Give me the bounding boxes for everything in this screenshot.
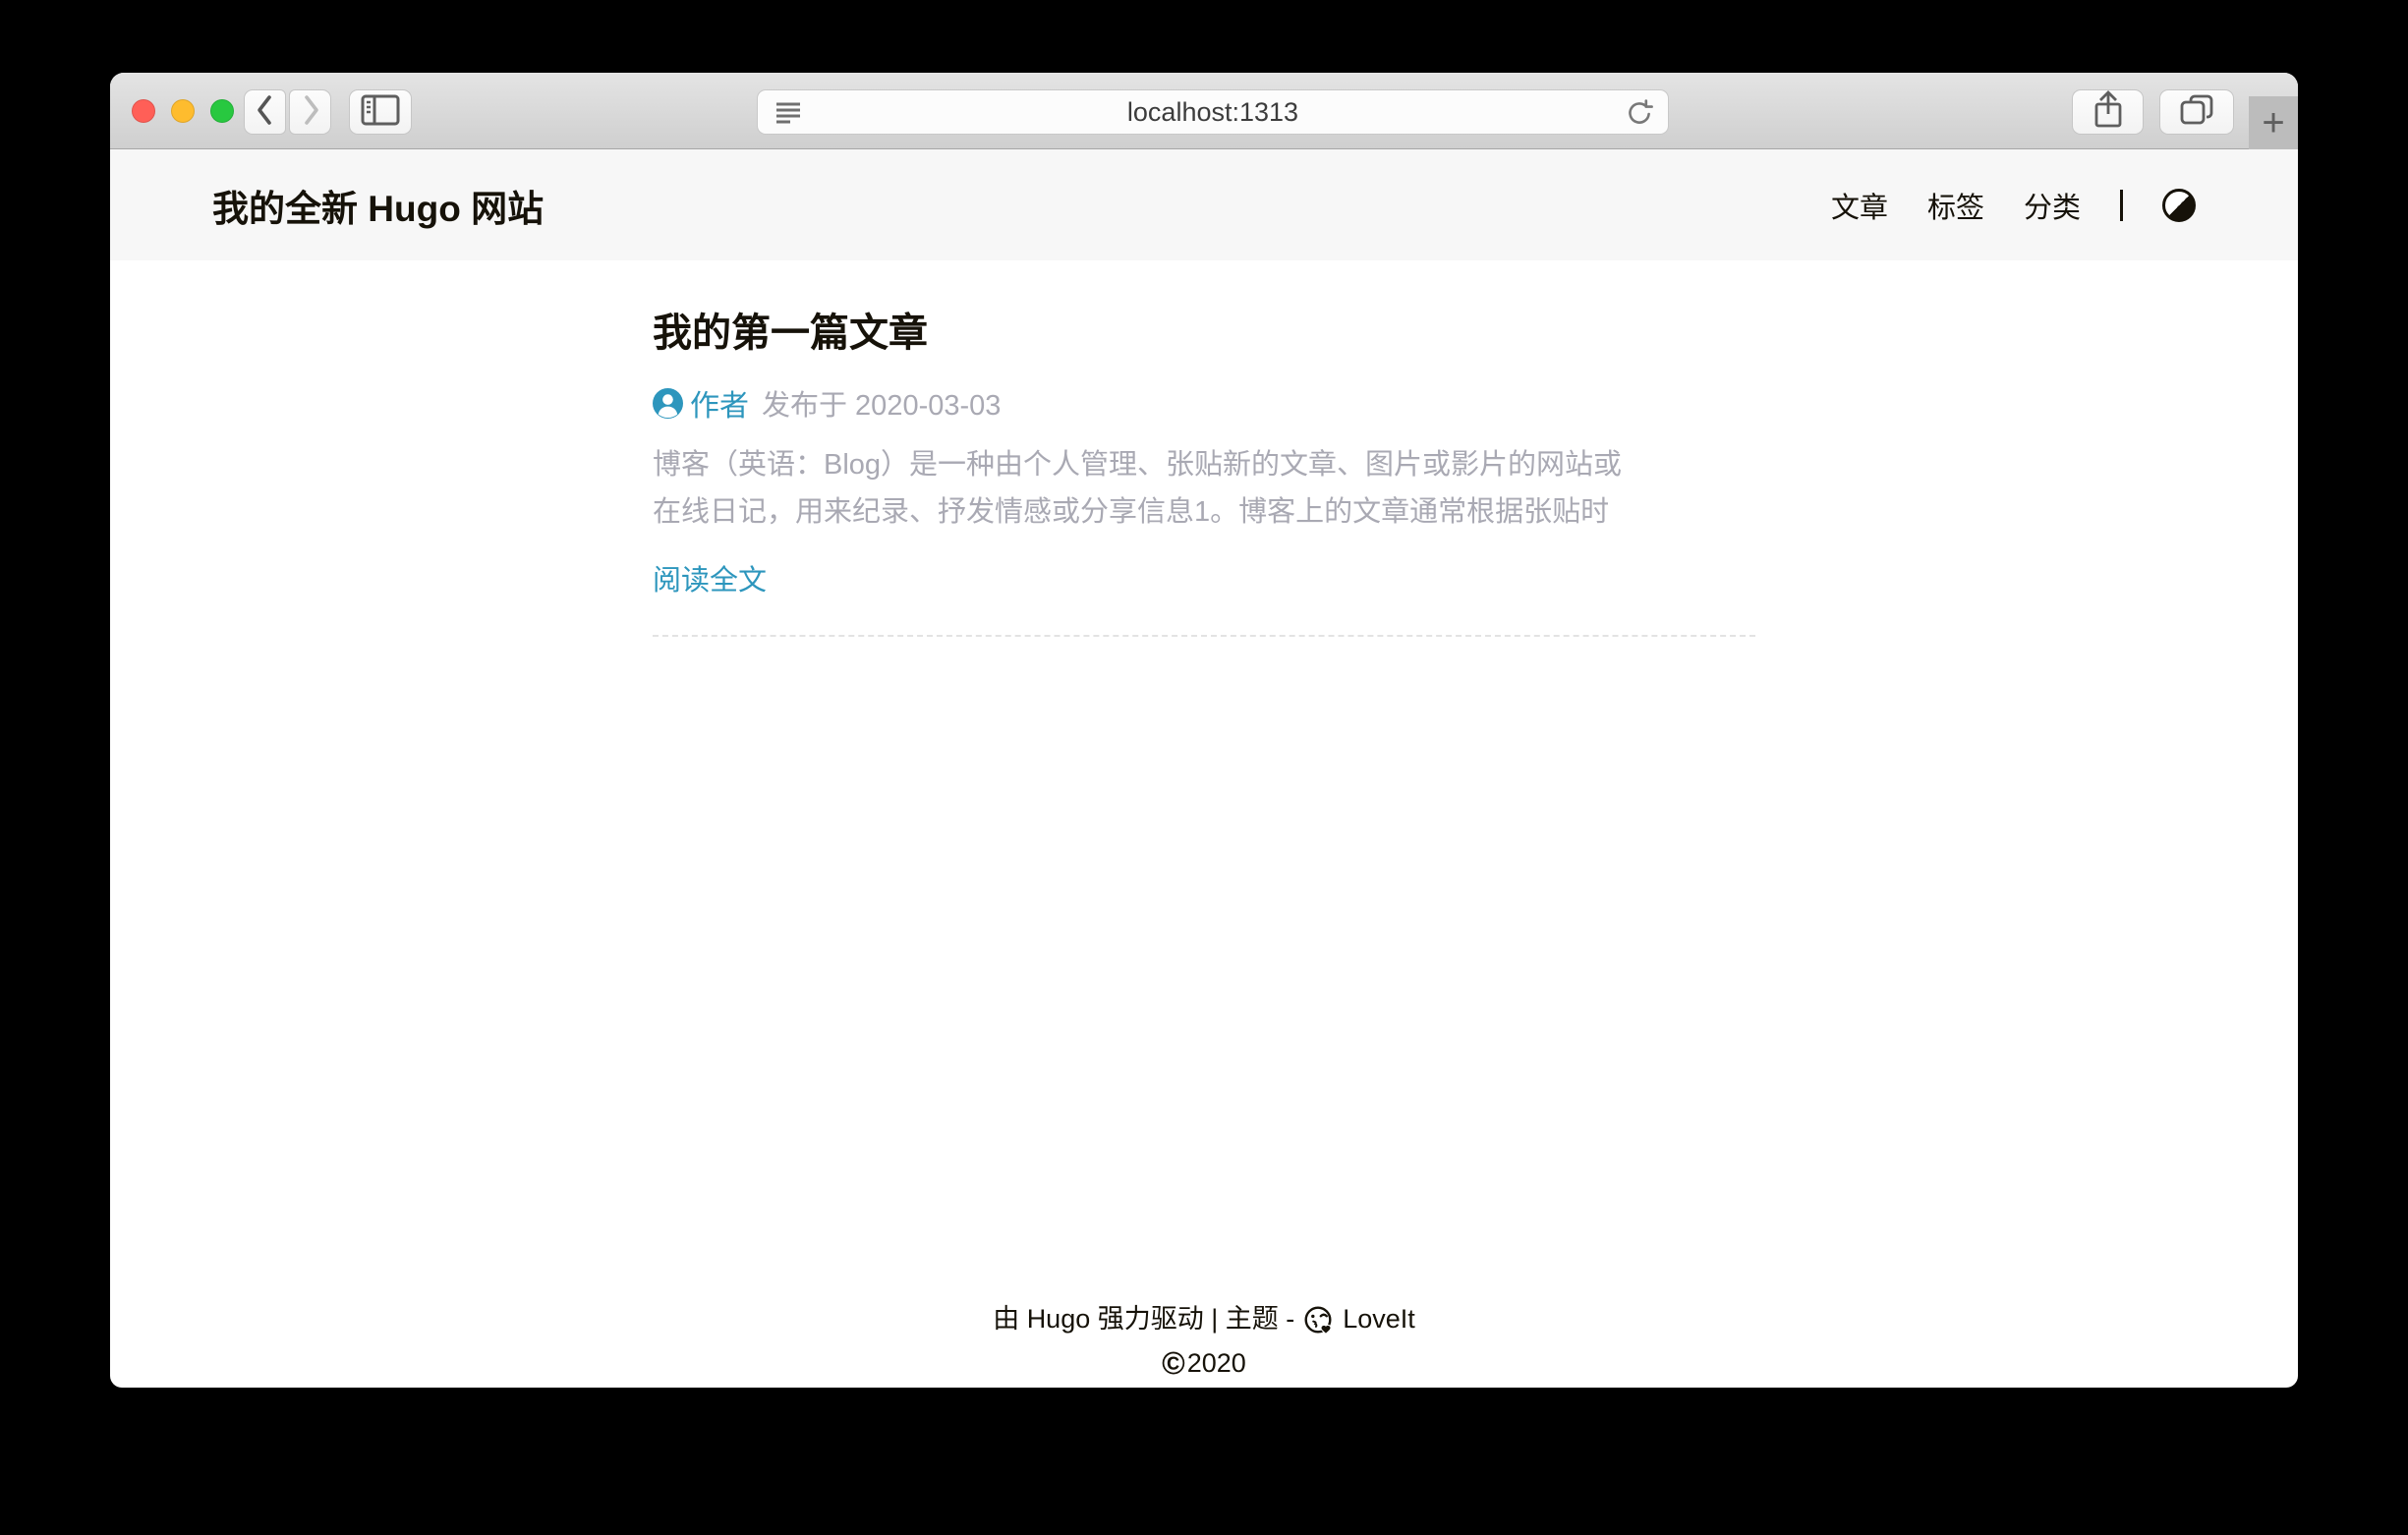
site-footer: 由 Hugo 强力驱动 | 主题 - LoveIt ©2020 [110, 1297, 2298, 1388]
traffic-lights [132, 99, 234, 123]
reader-icon[interactable] [774, 99, 803, 132]
post-divider [653, 635, 1755, 637]
site-title-link[interactable]: 我的全新 Hugo 网站 [212, 179, 544, 232]
author-link[interactable]: 作者 [690, 381, 749, 425]
theme-link[interactable]: LoveIt [1343, 1297, 1415, 1341]
refresh-button[interactable] [1625, 99, 1654, 134]
site-header: 我的全新 Hugo 网站 文章 标签 分类 [110, 149, 2298, 260]
publish-date: 发布于 2020-03-03 [762, 382, 1001, 424]
forward-button[interactable] [289, 89, 331, 135]
kissing-face-heart-icon [1303, 1305, 1334, 1336]
article-summary: 博客（英语：Blog）是一种由个人管理、张贴新的文章、图片或影片的网站或 在线日… [653, 441, 1755, 536]
address-bar[interactable]: localhost:1313 [757, 89, 1669, 135]
theme-toggle-icon[interactable] [2162, 189, 2196, 222]
article-title-link[interactable]: 我的第一篇文章 [653, 312, 1755, 355]
site-nav: 文章 标签 分类 [1831, 185, 2196, 226]
tabs-icon [2177, 92, 2216, 133]
main-content: 我的第一篇文章 作者 发布于 2020-03-03 博客（英语：Blog）是一种… [653, 312, 1755, 637]
read-more-link[interactable]: 阅读全文 [653, 557, 767, 598]
nav-item-posts[interactable]: 文章 [1831, 185, 1888, 226]
sidebar-icon [360, 93, 401, 132]
zoom-window-button[interactable] [210, 99, 234, 123]
browser-toolbar: localhost:1313 [110, 73, 2298, 149]
minimize-window-button[interactable] [171, 99, 195, 123]
browser-window: localhost:1313 [110, 73, 2298, 1388]
share-button[interactable] [2072, 89, 2144, 135]
footer-powered-line: 由 Hugo 强力驱动 | 主题 - LoveIt [110, 1297, 2298, 1341]
address-text[interactable]: localhost:1313 [1127, 97, 1298, 128]
sidebar-toggle-button[interactable] [349, 89, 412, 135]
user-circle-icon [653, 388, 683, 419]
copyright-icon: © [1162, 1345, 1185, 1381]
back-button[interactable] [244, 89, 286, 135]
nav-divider [2120, 190, 2123, 221]
footer-copyright-line: ©2020 [110, 1341, 2298, 1386]
nav-item-categories[interactable]: 分类 [2024, 185, 2081, 226]
powered-by-text: 由 Hugo 强力驱动 | 主题 - [993, 1297, 1294, 1341]
chevron-right-icon [299, 90, 322, 135]
nav-item-tags[interactable]: 标签 [1927, 185, 1984, 226]
copyright-year: 2020 [1187, 1348, 1246, 1378]
article-meta: 作者 发布于 2020-03-03 [653, 381, 1755, 425]
plus-icon: + [2262, 103, 2284, 142]
chevron-left-icon [254, 90, 277, 135]
new-tab-button[interactable]: + [2249, 96, 2298, 149]
share-icon [2092, 89, 2125, 136]
tab-overview-button[interactable] [2159, 89, 2234, 135]
close-window-button[interactable] [132, 99, 155, 123]
